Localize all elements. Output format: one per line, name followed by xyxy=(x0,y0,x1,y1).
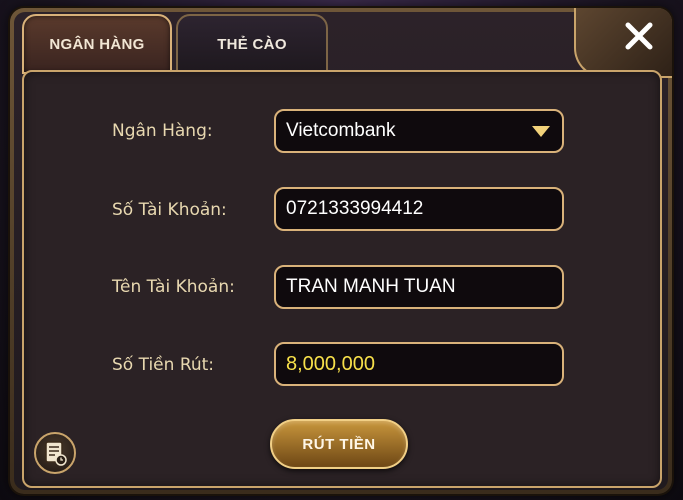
close-icon xyxy=(625,22,653,50)
account-name-field[interactable]: TRAN MANH TUAN xyxy=(274,265,564,309)
tab-bank-label: NGÂN HÀNG xyxy=(49,35,145,53)
withdraw-button[interactable]: RÚT TIỀN xyxy=(270,419,408,469)
tab-scratch-card-label: THẺ CÀO xyxy=(217,35,287,53)
amount-label: Số Tiền Rút: xyxy=(112,355,215,375)
bank-label: Ngân Hàng: xyxy=(112,121,213,141)
account-name-value: TRAN MANH TUAN xyxy=(286,276,456,297)
history-document-icon xyxy=(45,441,67,466)
account-number-field[interactable]: 0721333994412 xyxy=(274,187,564,231)
amount-field[interactable]: 8,000,000 xyxy=(274,342,564,386)
tab-bank[interactable]: NGÂN HÀNG xyxy=(22,14,172,74)
account-number-label: Số Tài Khoản: xyxy=(112,200,227,220)
account-name-label: Tên Tài Khoản: xyxy=(112,277,235,297)
history-button[interactable] xyxy=(34,432,76,474)
close-button[interactable] xyxy=(617,14,661,58)
account-number-value: 0721333994412 xyxy=(286,198,424,219)
amount-value: 8,000,000 xyxy=(286,352,375,375)
withdraw-button-label: RÚT TIỀN xyxy=(302,435,376,453)
chevron-down-icon xyxy=(532,126,550,137)
bank-select-value: Vietcombank xyxy=(286,120,396,141)
tab-scratch-card[interactable]: THẺ CÀO xyxy=(176,14,328,74)
bank-select[interactable]: Vietcombank xyxy=(274,109,564,153)
